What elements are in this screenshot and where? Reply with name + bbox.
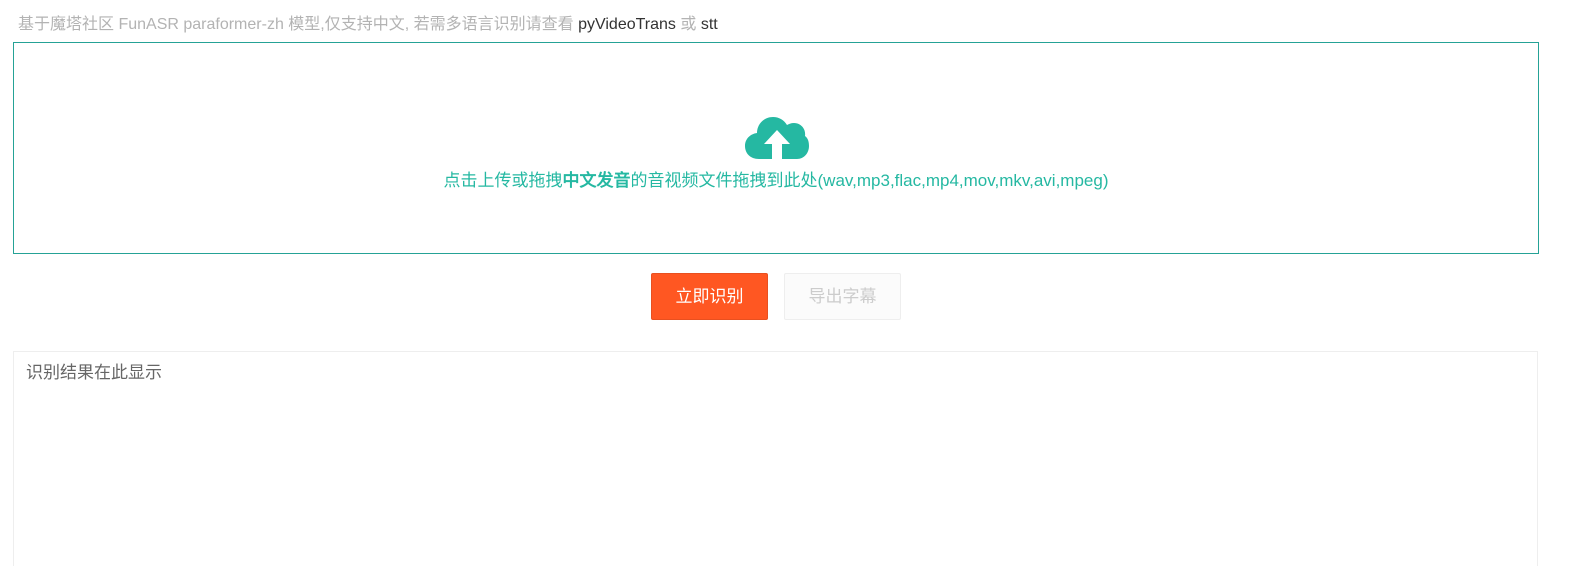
upload-text-before: 点击上传或拖拽 — [443, 171, 563, 190]
upload-instructions: 点击上传或拖拽中文发音的音视频文件拖拽到此处(wav,mp3,flac,mp4,… — [14, 170, 1538, 192]
notice-text: 基于魔塔社区 FunASR paraformer-zh 模型,仅支持中文, 若需… — [18, 14, 718, 36]
pyvideotrans-link[interactable]: pyVideoTrans — [578, 16, 676, 33]
page: 基于魔塔社区 FunASR paraformer-zh 模型,仅支持中文, 若需… — [0, 0, 1577, 566]
notice-separator: 或 — [675, 16, 701, 33]
upload-text-bold: 中文发音 — [562, 171, 631, 190]
stt-link[interactable]: stt — [701, 16, 718, 33]
upload-text-after: 的音视频文件拖拽到此处(wav,mp3,flac,mp4,mov,mkv,avi… — [630, 171, 1109, 190]
result-textarea[interactable] — [13, 351, 1538, 566]
cloud-upload-icon — [745, 117, 809, 159]
upload-dropzone[interactable]: 点击上传或拖拽中文发音的音视频文件拖拽到此处(wav,mp3,flac,mp4,… — [13, 42, 1539, 254]
recognize-button[interactable]: 立即识别 — [651, 273, 768, 320]
notice-prefix: 基于魔塔社区 FunASR paraformer-zh 模型,仅支持中文, 若需… — [18, 16, 579, 33]
export-subtitles-button[interactable]: 导出字幕 — [784, 273, 901, 320]
